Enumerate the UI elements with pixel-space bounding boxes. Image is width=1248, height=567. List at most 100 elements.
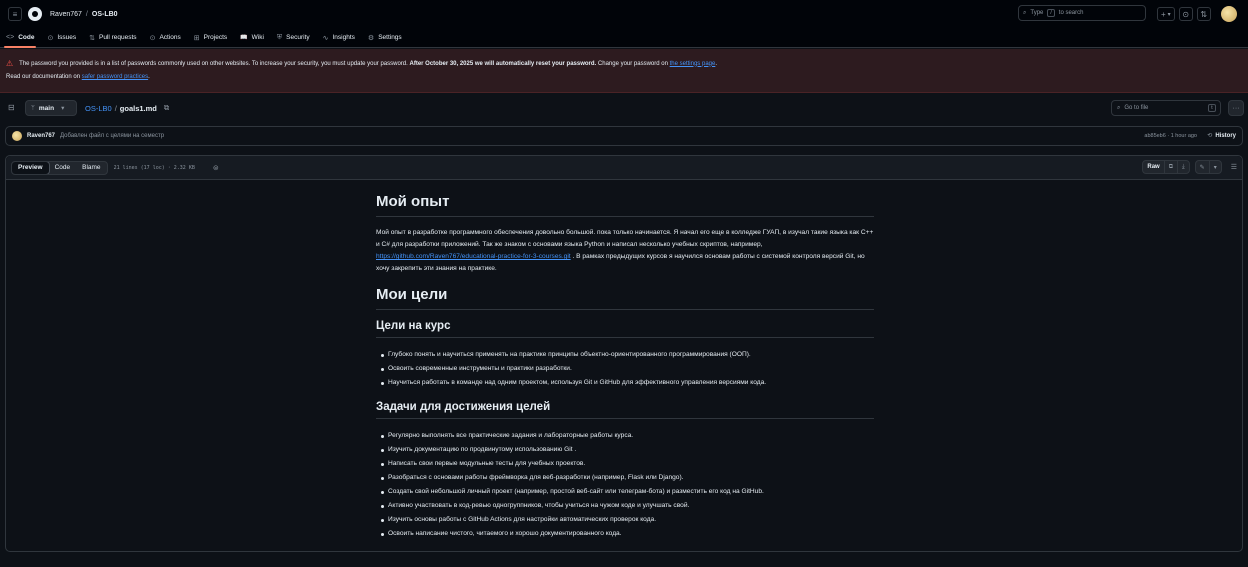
tab-settings[interactable]: ⚙ Settings	[368, 28, 402, 48]
file-header: ⊟ ᛘ main ▾ OS-LB0 / goals1.md ⧉ ⌕ Go to …	[0, 99, 1248, 119]
commit-author[interactable]: Raven767	[27, 133, 55, 139]
tab-label: Code	[18, 34, 35, 41]
go-to-file-input[interactable]: ⌕ Go to file t	[1111, 100, 1221, 116]
search-input[interactable]: ⌕ Type / to search	[1018, 5, 1146, 21]
graph-icon: ∿	[322, 34, 329, 42]
book-icon: 📖	[240, 35, 248, 41]
table-icon: ⊞	[193, 34, 200, 42]
branch-selector[interactable]: ᛘ main ▾	[25, 100, 77, 116]
tab-insights[interactable]: ∿ Insights	[323, 28, 355, 48]
heading-tasks: Задачи для достижения целей	[376, 401, 874, 419]
list-item: Регулярно выполнять все практические зад…	[376, 429, 874, 443]
more-options-button[interactable]: ···	[1228, 100, 1244, 116]
path-file-name: goals1.md	[119, 103, 157, 113]
github-logo-icon[interactable]	[28, 7, 42, 21]
tab-blame[interactable]: Blame	[76, 162, 106, 174]
tab-label: Issues	[57, 34, 77, 41]
banner-message: ⚠ The password you provided is in a list…	[6, 59, 1242, 68]
repo-link[interactable]: OS-LB0	[92, 11, 118, 18]
owner-link[interactable]: Raven767	[50, 11, 82, 18]
heading-course-goals: Цели на курс	[376, 320, 874, 338]
create-new-button[interactable]: + ▾	[1157, 7, 1175, 21]
tab-security[interactable]: ⛨ Security	[277, 28, 310, 48]
docs-period: .	[148, 74, 150, 80]
course-goals-list: Глубоко понять и научиться применять на …	[376, 348, 874, 390]
go-to-file-placeholder: Go to file	[1124, 105, 1149, 111]
tab-issues[interactable]: ⊙ Issues	[47, 28, 76, 48]
list-item: Освоить написание чистого, читаемого и х…	[376, 527, 874, 541]
avatar[interactable]	[1220, 6, 1237, 22]
settings-page-link[interactable]: the settings page	[670, 61, 716, 67]
breadcrumb: Raven767 / OS-LB0	[50, 11, 118, 18]
view-mode-toggle: Preview Code Blame	[11, 160, 108, 175]
tab-label: Security	[286, 34, 310, 41]
chevron-down-icon: ▾	[61, 105, 65, 112]
safer-password-link[interactable]: safer password practices	[82, 74, 148, 80]
header-actions: + ▾ ⊙ ⇅	[1157, 6, 1237, 22]
sidebar-toggle-icon[interactable]: ⊟	[8, 103, 18, 113]
search-suffix: to search	[1058, 10, 1084, 16]
pull-request-icon: ⇅	[89, 34, 95, 42]
chevron-down-icon[interactable]: ▾	[1210, 161, 1221, 173]
outline-icon[interactable]: ☰	[1227, 163, 1237, 171]
banner-docs-line: Read our documentation on safer password…	[6, 74, 1242, 80]
search-key: /	[1047, 9, 1055, 17]
copy-icon[interactable]: ⧉	[1165, 161, 1179, 173]
history-label: History	[1215, 132, 1236, 139]
play-icon: ⊙	[149, 34, 156, 42]
markdown-body: Мой опыт Мой опыт в разработке программн…	[376, 193, 874, 552]
list-item: Написать свои первые модульные тесты для…	[376, 457, 874, 471]
code-icon: <>	[6, 34, 15, 41]
avatar[interactable]	[12, 131, 22, 141]
tab-wiki[interactable]: 📖 Wiki	[240, 28, 264, 48]
pencil-icon[interactable]: ✎	[1196, 161, 1210, 173]
issue-icon: ⊙	[47, 34, 54, 42]
heading-goals: Мои цели	[376, 286, 874, 310]
repo-url-link[interactable]: https://github.com/Raven767/educational-…	[376, 253, 571, 260]
experience-paragraph: Мой опыт в разработке программного обесп…	[376, 227, 874, 275]
shortcut-key: t	[1208, 104, 1216, 112]
file-actions: Raw ⧉ ⤓ ✎ ▾ ☰	[1142, 160, 1237, 174]
issues-button[interactable]: ⊙	[1178, 7, 1193, 21]
list-item: Изучить документацию по продвинутому исп…	[376, 443, 874, 457]
tab-label: Insights	[332, 34, 355, 41]
tab-actions[interactable]: ⊙ Actions	[150, 28, 181, 48]
copy-path-icon[interactable]: ⧉	[164, 103, 169, 113]
list-item: Освоить современные инструменты и практи…	[376, 362, 874, 376]
repo-nav: <> Code ⊙ Issues ⇅ Pull requests ⊙ Actions ⊞…	[0, 28, 1248, 48]
file-toolbar: Preview Code Blame 21 lines (17 loc) · 2…	[6, 156, 1242, 180]
pull-request-icon: ⇅	[1200, 9, 1208, 19]
commit-message[interactable]: Добавлен файл с целями на семестр	[60, 133, 164, 139]
raw-button[interactable]: Raw	[1143, 161, 1165, 173]
search-icon: ⌕	[1117, 104, 1121, 111]
tab-code[interactable]: Code	[49, 162, 77, 174]
raw-actions-group: Raw ⧉ ⤓	[1142, 160, 1190, 174]
download-icon[interactable]: ⤓	[1178, 161, 1189, 173]
pull-requests-button[interactable]: ⇅	[1196, 7, 1211, 21]
list-item: Активно участвовать в код-ревью одногруп…	[376, 499, 874, 513]
tab-label: Settings	[378, 34, 402, 41]
latest-commit-bar: Raven767 Добавлен файл с целями на семес…	[5, 126, 1243, 146]
menu-button[interactable]: ≡	[8, 7, 22, 21]
tab-label: Wiki	[251, 34, 264, 41]
tab-pull-requests[interactable]: ⇅ Pull requests	[89, 28, 136, 48]
tab-label: Actions	[159, 34, 181, 41]
path-repo-link[interactable]: OS-LB0	[85, 104, 112, 113]
copilot-icon[interactable]: ⊜	[213, 164, 219, 172]
kebab-icon: ···	[1232, 104, 1240, 112]
issues-icon: ⊙	[1182, 9, 1190, 19]
tab-preview[interactable]: Preview	[11, 161, 50, 174]
list-item: Глубоко понять и научиться применять на …	[376, 348, 874, 362]
file-info: 21 lines (17 loc) · 2.32 KB	[113, 164, 195, 171]
tab-label: Pull requests	[98, 34, 137, 41]
list-item: Разобраться с основами работы фреймворка…	[376, 471, 874, 485]
list-item: Изучить основы работы с GitHub Actions д…	[376, 513, 874, 527]
list-item: Создать свой небольшой личный проект (на…	[376, 485, 874, 499]
chevron-down-icon: ▾	[1167, 11, 1171, 18]
banner-period: .	[715, 60, 717, 67]
history-button[interactable]: ⟲ History	[1207, 132, 1236, 140]
file-viewer: Preview Code Blame 21 lines (17 loc) · 2…	[5, 155, 1243, 552]
tab-projects[interactable]: ⊞ Projects	[194, 28, 227, 48]
tab-code[interactable]: <> Code	[3, 28, 37, 48]
commit-meta[interactable]: ab85eb6 · 1 hour ago	[1144, 133, 1197, 139]
